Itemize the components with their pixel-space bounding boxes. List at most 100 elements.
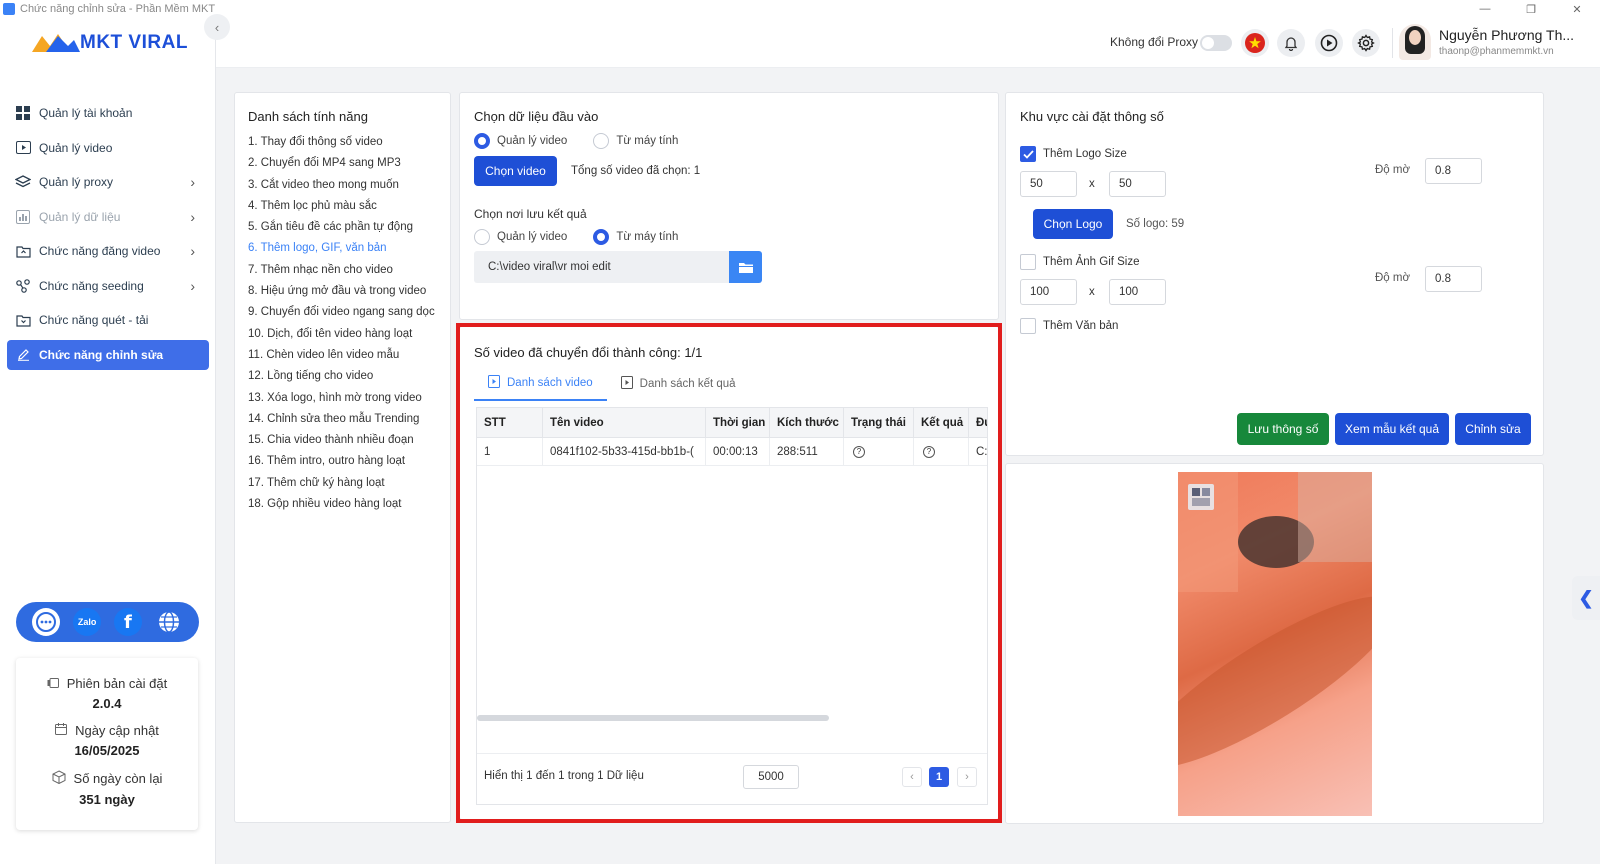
- feature-item[interactable]: 8. Hiệu ứng mở đầu và trong video: [248, 281, 450, 302]
- browse-folder-button[interactable]: [729, 251, 762, 283]
- feature-item[interactable]: 6. Thêm logo, GIF, văn bản: [248, 238, 450, 259]
- feature-item[interactable]: 7. Thêm nhạc nền cho video: [248, 260, 450, 281]
- feature-item[interactable]: 12. Lồng tiếng cho video: [248, 366, 450, 387]
- feature-item[interactable]: 9. Chuyển đổi video ngang sang dọc: [248, 302, 450, 323]
- sidebar-item-label: Chức năng đăng video: [39, 244, 161, 258]
- gif-checkbox[interactable]: [1020, 254, 1036, 270]
- box-icon: [52, 770, 66, 787]
- user-menu[interactable]: Nguyễn Phương Th... thaonp@phanmemmkt.vn: [1399, 24, 1574, 60]
- expand-panel-button[interactable]: ❮: [1572, 576, 1600, 620]
- gif-width-input[interactable]: 100: [1020, 279, 1077, 305]
- feature-item[interactable]: 1. Thay đổi thông số video: [248, 132, 450, 153]
- app-icon: [3, 3, 15, 15]
- feature-item[interactable]: 4. Thêm lọc phủ màu sắc: [248, 196, 450, 217]
- close-button[interactable]: ✕: [1554, 3, 1600, 16]
- globe-icon[interactable]: [155, 608, 183, 636]
- logo-height-input[interactable]: 50: [1109, 171, 1166, 197]
- logo-count-text: Số logo: 59: [1126, 218, 1185, 230]
- input-title: Chọn dữ liệu đầu vào: [474, 109, 599, 124]
- grid-icon: [15, 105, 31, 121]
- remaining-days-label: Số ngày còn lại: [73, 771, 163, 786]
- sidebar-item-data[interactable]: Quản lý dữ liệu ›: [7, 202, 209, 232]
- video-icon: [15, 140, 31, 156]
- sidebar-item-post-video[interactable]: Chức năng đăng video ›: [7, 236, 209, 266]
- folder-icon: [738, 262, 753, 273]
- window-title: Chức năng chỉnh sửa - Phần Mềm MKT: [20, 3, 216, 15]
- feature-item[interactable]: 17. Thêm chữ ký hàng loạt: [248, 473, 450, 494]
- feature-item[interactable]: 2. Chuyển đổi MP4 sang MP3: [248, 153, 450, 174]
- text-option: Thêm Văn bản: [1020, 318, 1118, 334]
- gif-height-input[interactable]: 100: [1109, 279, 1166, 305]
- feature-item[interactable]: 15. Chia video thành nhiều đoạn: [248, 430, 450, 451]
- edit-button[interactable]: Chỉnh sửa: [1455, 413, 1531, 445]
- sidebar-item-videos[interactable]: Quản lý video: [7, 133, 209, 163]
- user-email: thaonp@phanmemmkt.vn: [1439, 46, 1554, 57]
- radio-input-manage[interactable]: Quản lý video: [474, 133, 567, 149]
- feature-item[interactable]: 13. Xóa logo, hình mờ trong video: [248, 388, 450, 409]
- check-icon: [1022, 149, 1034, 159]
- gif-opacity-input[interactable]: 0.8: [1425, 266, 1482, 292]
- radio-input-computer[interactable]: Từ máy tính: [593, 133, 678, 149]
- feature-item[interactable]: 10. Dịch, đổi tên video hàng loạt: [248, 324, 450, 345]
- feature-item[interactable]: 11. Chèn video lên video mẫu: [248, 345, 450, 366]
- feature-item[interactable]: 16. Thêm intro, outro hàng loạt: [248, 451, 450, 472]
- sidebar-item-seeding[interactable]: Chức năng seeding ›: [7, 271, 209, 301]
- support-icon[interactable]: [32, 608, 61, 636]
- sidebar-item-accounts[interactable]: Quản lý tài khoản: [7, 98, 209, 128]
- sidebar-item-scan-download[interactable]: Chức năng quét - tải: [7, 305, 209, 335]
- logo-checkbox[interactable]: [1020, 146, 1036, 162]
- share-icon: [15, 278, 31, 294]
- tutorial-button[interactable]: [1315, 29, 1343, 57]
- update-date-value: 16/05/2025: [74, 743, 140, 758]
- logo-option-label: Thêm Logo Size: [1043, 148, 1127, 160]
- sidebar-item-label: Chức năng seeding: [39, 278, 144, 293]
- zalo-icon[interactable]: Zalo: [73, 608, 102, 636]
- gear-icon: [1357, 34, 1375, 52]
- radio-dot: [474, 229, 490, 245]
- sidebar-item-proxy[interactable]: Quản lý proxy ›: [7, 167, 209, 197]
- minimize-button[interactable]: —: [1462, 3, 1508, 16]
- play-circle-icon: [1320, 34, 1338, 52]
- facebook-icon[interactable]: f: [113, 608, 142, 636]
- choose-logo-button[interactable]: Chọn Logo: [1033, 209, 1113, 239]
- input-source-radio-group: Quản lý video Từ máy tính: [474, 133, 704, 149]
- radio-dot: [593, 133, 610, 149]
- window-controls: — ❐ ✕: [1462, 3, 1600, 16]
- output-path-input[interactable]: C:\video viral\vr moi edit: [474, 251, 729, 283]
- logo-width-input[interactable]: 50: [1020, 171, 1077, 197]
- preview-result-button[interactable]: Xem mẫu kết quả: [1335, 413, 1449, 445]
- notification-button[interactable]: [1277, 29, 1305, 57]
- feature-list: 1. Thay đổi thông số video 2. Chuyển đổi …: [248, 132, 450, 515]
- logo-opacity-input[interactable]: 0.8: [1425, 158, 1482, 184]
- gif-option-label: Thêm Ảnh Gif Size: [1043, 256, 1140, 268]
- language-button[interactable]: [1241, 29, 1269, 57]
- radio-label: Quản lý video: [497, 231, 568, 243]
- sidebar-item-edit[interactable]: Chức năng chỉnh sửa: [7, 339, 209, 370]
- logo-icon: [32, 32, 80, 54]
- logo-overlay-icon: [1188, 484, 1214, 510]
- radio-output-computer[interactable]: Từ máy tính: [593, 229, 678, 245]
- proxy-toggle[interactable]: [1200, 35, 1232, 51]
- restore-button[interactable]: ❐: [1508, 3, 1554, 16]
- sidebar-item-label: Chức năng chỉnh sửa: [39, 347, 164, 362]
- total-selected-text: Tổng số video đã chọn: 1: [571, 165, 701, 177]
- feature-list-panel: Danh sách tính năng 1. Thay đổi thông số…: [234, 92, 451, 823]
- collapse-sidebar-button[interactable]: ‹: [204, 14, 230, 40]
- feature-item[interactable]: 5. Gắn tiêu đề các phần tự động: [248, 217, 450, 238]
- feature-item[interactable]: 18. Gộp nhiều video hàng loạt: [248, 494, 450, 515]
- sidebar-item-label: Chức năng quét - tải: [39, 313, 149, 327]
- chevron-right-icon: ›: [190, 174, 195, 190]
- sidebar-item-label: Quản lý tài khoản: [39, 106, 133, 120]
- choose-video-button[interactable]: Chọn video: [474, 156, 557, 186]
- settings-panel: Khu vực cài đặt thông số Thêm Logo Size …: [1005, 92, 1544, 456]
- radio-dot: [593, 229, 610, 245]
- settings-button[interactable]: [1352, 29, 1380, 57]
- text-checkbox[interactable]: [1020, 318, 1036, 334]
- radio-output-manage[interactable]: Quản lý video: [474, 229, 567, 245]
- feature-item[interactable]: 14. Chỉnh sửa theo mẫu Trending: [248, 409, 450, 430]
- sidebar-item-label: Quản lý dữ liệu: [39, 209, 121, 224]
- feature-item[interactable]: 3. Cắt video theo mong muốn: [248, 175, 450, 196]
- text-option-label: Thêm Văn bản: [1043, 320, 1119, 332]
- settings-title: Khu vực cài đặt thông số: [1020, 109, 1164, 124]
- save-settings-button[interactable]: Lưu thông số: [1237, 413, 1329, 445]
